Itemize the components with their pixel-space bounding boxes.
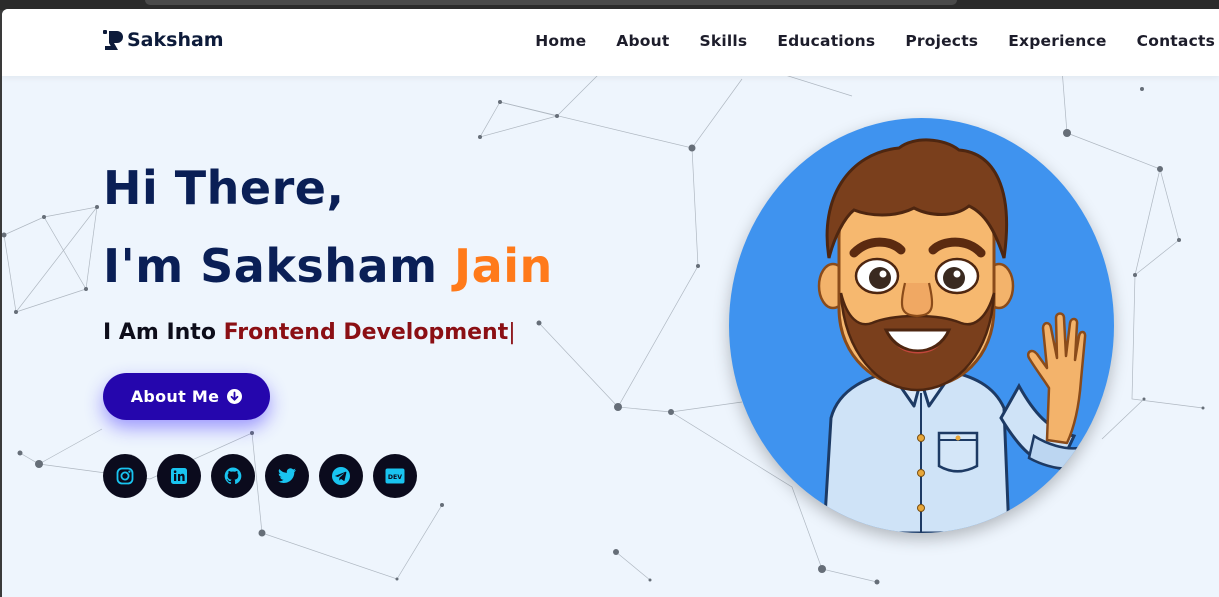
hero-greeting: Hi There, [103, 161, 345, 215]
about-me-button[interactable]: About Me [103, 373, 270, 420]
twitter-link[interactable] [265, 454, 309, 498]
social-links: DEV [103, 454, 417, 498]
brand-name: Saksham [127, 29, 224, 51]
profile-avatar [729, 118, 1114, 533]
nav-home[interactable]: Home [535, 32, 586, 50]
instagram-link[interactable] [103, 454, 147, 498]
dev-icon-label: DEV [388, 474, 402, 481]
hero-intro-prefix: I'm Saksham [103, 239, 455, 293]
github-link[interactable] [211, 454, 255, 498]
linkedin-icon [171, 468, 187, 484]
dev-icon: DEV [385, 468, 405, 484]
typed-text: Frontend Development [223, 320, 509, 345]
arrow-down-circle-icon [227, 389, 243, 404]
twitter-icon [278, 468, 296, 484]
logo-mark-icon [103, 30, 123, 50]
typing-prefix: I Am Into [103, 320, 224, 345]
nav-skills[interactable]: Skills [699, 32, 747, 50]
address-bar [145, 0, 957, 5]
about-me-label: About Me [130, 387, 220, 406]
telegram-icon [332, 467, 350, 485]
hero-intro: I'm Saksham Jain [103, 239, 553, 293]
linkedin-link[interactable] [157, 454, 201, 498]
hero-section: Hi There, I'm Saksham Jain I Am Into Fro… [2, 9, 1219, 597]
dev-link[interactable]: DEV [373, 454, 417, 498]
typing-cursor: | [508, 320, 516, 345]
avatar-illustration [817, 138, 1087, 533]
nav-about[interactable]: About [616, 32, 669, 50]
nav-educations[interactable]: Educations [777, 32, 875, 50]
page: Saksham Home About Skills Educations Pro… [2, 9, 1219, 597]
nav-experience[interactable]: Experience [1008, 32, 1106, 50]
typing-line: I Am Into Frontend Development| [103, 320, 516, 345]
github-icon [224, 467, 242, 485]
brand-logo[interactable]: Saksham [102, 29, 224, 51]
nav-links: Home About Skills Educations Projects Ex… [505, 32, 1215, 50]
nav-projects[interactable]: Projects [905, 32, 978, 50]
hero-intro-highlight: Jain [454, 239, 553, 293]
telegram-link[interactable] [319, 454, 363, 498]
instagram-icon [116, 467, 134, 485]
navbar: Saksham Home About Skills Educations Pro… [2, 9, 1219, 76]
nav-contacts[interactable]: Contacts [1137, 32, 1215, 50]
